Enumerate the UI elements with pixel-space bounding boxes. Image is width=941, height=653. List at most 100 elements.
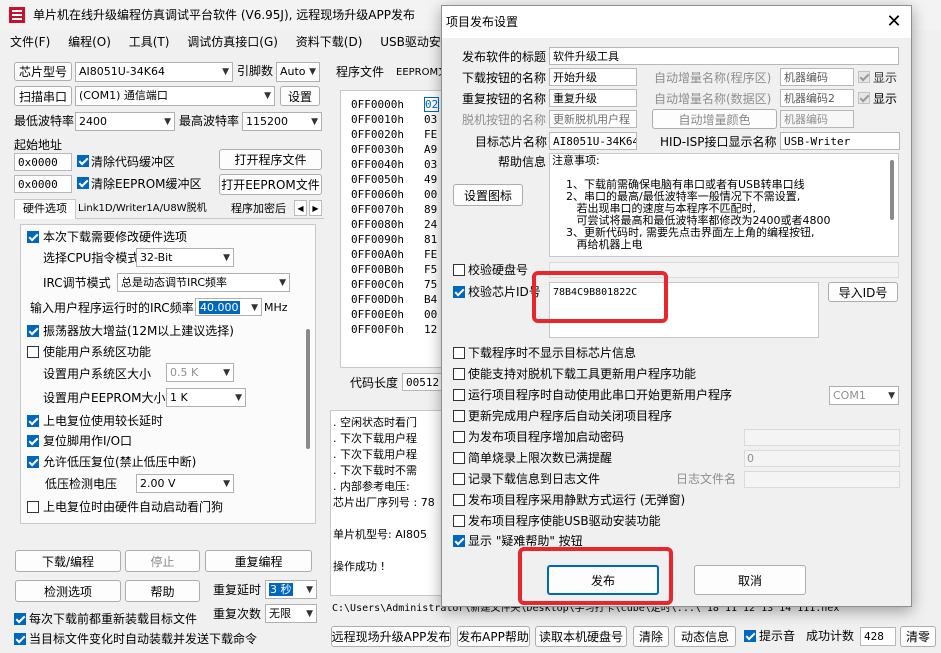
auto-send-checkbox[interactable]	[14, 633, 26, 645]
irc-mode-select[interactable]: 总是动态调节IRC频率 ▼	[117, 273, 290, 292]
reset-pin-io-checkbox[interactable]	[27, 435, 39, 447]
detect-options-button[interactable]: 检测选项	[15, 580, 121, 602]
auto-increment-color-button[interactable]: 自动增量颜色	[652, 109, 777, 129]
download-program-button[interactable]: 下载/编程	[15, 550, 121, 572]
option-show-help-checkbox[interactable]	[453, 535, 465, 547]
beep-checkbox[interactable]	[744, 630, 756, 642]
clear-eeprom-checkbox[interactable]	[77, 177, 89, 189]
max-baud-select[interactable]: 115200 ▼	[242, 112, 322, 131]
option-startup-password-checkbox[interactable]	[453, 431, 465, 443]
option-silent-mode-checkbox[interactable]	[453, 494, 465, 506]
help-scrollbar[interactable]	[888, 156, 896, 254]
cancel-button[interactable]: 取消	[694, 565, 806, 595]
check-chip-id-checkbox[interactable]	[453, 286, 465, 298]
code-row-address: 0FF0020h	[351, 128, 404, 141]
set-icon-button[interactable]: 设置图标	[453, 184, 523, 206]
code-row: 0FF0080h 24	[351, 217, 439, 232]
reload-before-download-label: 每次下载前都重新装载目标文件	[29, 612, 198, 626]
cpu-mode-select[interactable]: 32-Bit ▼	[136, 248, 234, 267]
target-chip-input[interactable]: AI8051U-34K64	[549, 132, 637, 150]
publish-title-input[interactable]: 软件升级工具	[549, 47, 899, 65]
scrollbar-thumb[interactable]	[306, 329, 310, 449]
repeat-button-name-input[interactable]: 重复升级	[549, 89, 637, 107]
auto-increment-data-input[interactable]: 机器编码2	[780, 89, 854, 107]
irc-frequency-select[interactable]: 40.000 ▼	[195, 298, 262, 316]
menu-debug[interactable]: 调试仿真接口(G)	[187, 35, 278, 49]
log-file-name-field[interactable]	[744, 471, 900, 488]
check-disk-checkbox[interactable]	[453, 264, 465, 276]
settings-button[interactable]: 设置	[280, 86, 320, 106]
help-info-textarea[interactable]: 注意事项: 1、下载前需确保电脑有串口或者有USB转串口线 2、串口的最高/最低…	[549, 153, 899, 257]
chip-type-button[interactable]: 芯片型号	[14, 62, 72, 81]
help-button[interactable]: 帮助	[125, 580, 200, 602]
hid-display-name-input[interactable]: USB-Writer	[780, 132, 900, 150]
min-baud-label: 最低波特率	[14, 114, 75, 128]
tab-offline[interactable]: Link1D/Writer1A/U8W脱机	[78, 201, 207, 217]
option-burn-limit-checkbox[interactable]	[453, 452, 465, 464]
open-eeprom-button[interactable]: 打开EEPROM文件	[219, 174, 322, 195]
scan-port-button[interactable]: 扫描串口	[14, 86, 72, 106]
menu-download[interactable]: 资料下载(D)	[296, 35, 363, 49]
auto-increment-color-input[interactable]: 机器编码	[780, 110, 854, 128]
chevron-down-icon: ▼	[306, 585, 313, 595]
repeat-delay-select[interactable]: 3 秒 ▼	[265, 580, 317, 599]
startup-password-field[interactable]	[744, 429, 900, 446]
option-offline-update-checkbox[interactable]	[453, 368, 465, 380]
system-area-size-select[interactable]: 0.5 K ▼	[166, 363, 234, 382]
tab-hardware[interactable]: 硬件选项	[14, 199, 76, 219]
port-select[interactable]: (COM1) 通信端口 ▼	[75, 86, 275, 106]
option-burn-limit-label: 简单烧录上限次数已满提醒	[468, 451, 613, 465]
option-auto-close-checkbox[interactable]	[453, 410, 465, 422]
clear-log-button[interactable]: 清除	[633, 626, 669, 647]
offline-button-name-input[interactable]: 更新脱机用户程	[549, 110, 637, 128]
reset-count-button[interactable]: 清零	[900, 626, 936, 647]
min-baud-select[interactable]: 2400 ▼	[75, 112, 175, 131]
close-icon[interactable]: ✕	[882, 10, 906, 34]
app-help-button[interactable]: 发布APP帮助	[457, 626, 530, 647]
code-row: 0FF0060h 00	[351, 187, 439, 202]
chip-select[interactable]: AI8051U-34K64 ▼	[75, 62, 233, 82]
option-hide-chip-info-checkbox[interactable]	[453, 347, 465, 359]
read-disk-button[interactable]: 读取本机硬盘号	[535, 626, 627, 647]
option-usb-driver-checkbox[interactable]	[453, 515, 465, 527]
show-data-increment-checkbox[interactable]	[858, 92, 870, 104]
watchdog-checkbox[interactable]	[27, 501, 39, 513]
tab-encrypt[interactable]: 程序加密后	[231, 201, 286, 217]
oscillator-gain-checkbox[interactable]	[27, 325, 39, 337]
low-voltage-select[interactable]: 2.00 V ▼	[136, 474, 234, 493]
auto-increment-program-input[interactable]: 机器编码	[780, 68, 854, 86]
user-system-area-checkbox[interactable]	[27, 346, 39, 358]
com-port-select[interactable]: COM1 ▼	[829, 386, 899, 405]
menu-program[interactable]: 编程(O)	[68, 35, 111, 49]
pin-count-select[interactable]: Auto ▼	[276, 62, 320, 82]
repeat-count-select[interactable]: 无限 ▼	[265, 604, 317, 623]
system-area-size-label: 设置用户系统区大小	[43, 367, 152, 381]
long-reset-delay-checkbox[interactable]	[27, 415, 39, 427]
menu-file[interactable]: 文件(F)	[10, 35, 50, 49]
dynamic-info-button[interactable]: 动态信息	[674, 626, 736, 647]
download-button-name-input[interactable]: 开始升级	[549, 68, 637, 86]
stop-button[interactable]: 停止	[125, 550, 200, 572]
option-log-file-checkbox[interactable]	[453, 473, 465, 485]
code-address-input[interactable]: 0x0000	[14, 153, 72, 171]
show-program-increment-checkbox[interactable]	[858, 71, 870, 83]
modify-hardware-checkbox[interactable]	[27, 231, 39, 243]
code-tab-program[interactable]: 程序文件	[336, 64, 384, 80]
import-id-button[interactable]: 导入ID号	[828, 282, 898, 302]
repeat-program-button[interactable]: 重复编程	[205, 550, 312, 572]
show-program-increment-label: 显示	[873, 71, 898, 85]
burn-limit-field[interactable]: 0	[744, 450, 900, 467]
reload-before-download-checkbox[interactable]	[14, 613, 26, 625]
eeprom-size-select[interactable]: 1 K ▼	[166, 388, 246, 407]
option-auto-update-port-checkbox[interactable]	[453, 389, 465, 401]
eeprom-address-input[interactable]: 0x0000	[14, 175, 72, 193]
open-program-button[interactable]: 打开程序文件	[219, 149, 322, 170]
publish-app-button[interactable]: 远程现场升级APP发布	[331, 626, 451, 647]
hardware-options-scrollbar[interactable]	[303, 229, 313, 519]
clear-code-checkbox[interactable]	[77, 155, 89, 167]
tab-scroll-left-icon[interactable]: ◀	[294, 200, 307, 216]
menu-tools[interactable]: 工具(T)	[129, 35, 170, 49]
low-voltage-reset-checkbox[interactable]	[27, 456, 39, 468]
tab-scroll-right-icon[interactable]: ▶	[309, 200, 322, 216]
scrollbar-thumb[interactable]	[890, 160, 894, 220]
